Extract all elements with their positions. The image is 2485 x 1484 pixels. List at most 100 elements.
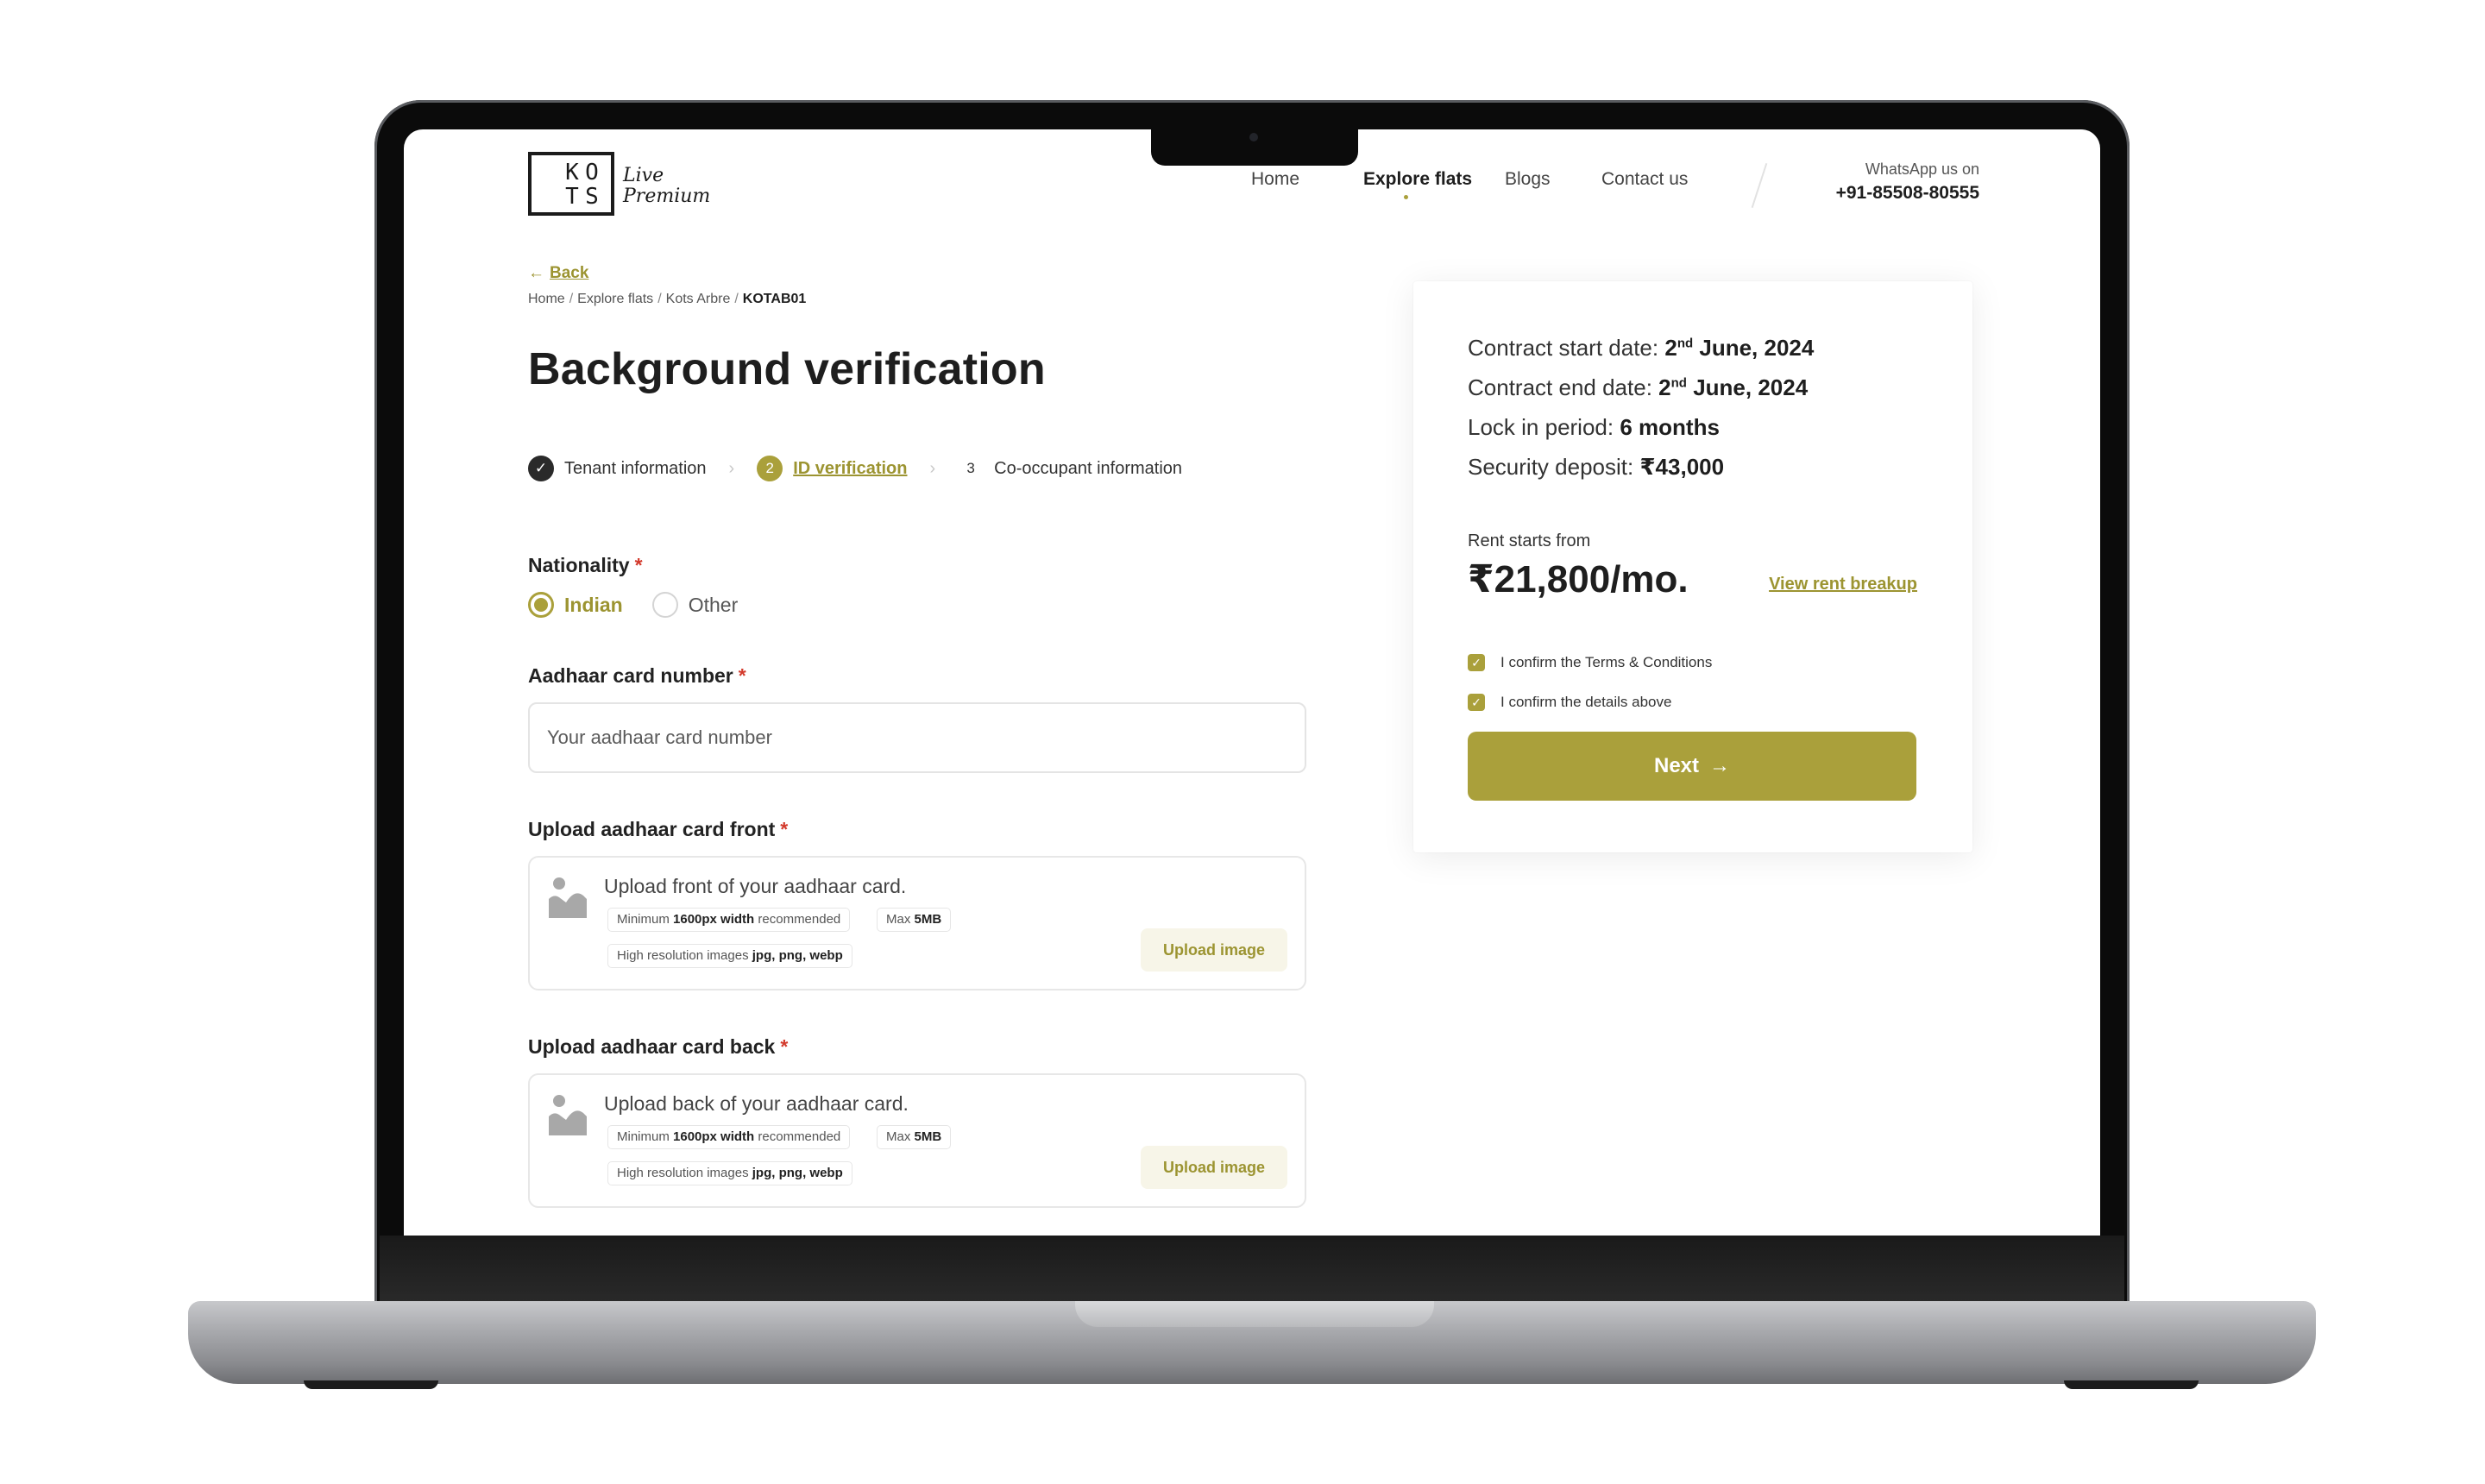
upload-front-dropzone[interactable]: Upload front of your aadhaar card. Minim… [528, 856, 1306, 990]
logo-letter: T [565, 184, 580, 210]
hint-bold: 1600px width [673, 912, 755, 927]
step-label: ID verification [793, 458, 908, 478]
lock-in-row: Lock in period: 6 months [1468, 414, 1720, 441]
upload-title: Upload front of your aadhaar card. [604, 875, 907, 897]
logo-letter: O [585, 160, 600, 186]
required-marker: * [738, 664, 746, 687]
confirm-details-row[interactable]: ✓ I confirm the details above [1468, 694, 1671, 711]
kv-value: ₹43,000 [1639, 454, 1725, 480]
arrow-left-icon: ← [528, 264, 544, 282]
breadcrumb-home[interactable]: Home [528, 292, 565, 306]
upload-title: Upload back of your aadhaar card. [604, 1092, 909, 1115]
hint-text: High resolution images [617, 1166, 749, 1180]
logo-script: Live Premium [623, 166, 710, 207]
checkbox-label[interactable]: I confirm the details above [1500, 694, 1671, 711]
breadcrumb-explore-flats[interactable]: Explore flats [577, 292, 653, 306]
laptop-opening-notch [1075, 1301, 1434, 1327]
hint-text: Minimum [617, 912, 670, 927]
image-placeholder-icon [549, 1095, 587, 1135]
chevron-right-icon: › [728, 458, 735, 478]
kv-value: 2nd June, 2024 [1658, 374, 1808, 400]
confirm-terms-row[interactable]: ✓ I confirm the Terms & Conditions [1468, 654, 1712, 671]
nav-explore-flats[interactable]: Explore flats [1363, 169, 1472, 190]
nav-blogs[interactable]: Blogs [1505, 169, 1551, 190]
upload-back-button[interactable]: Upload image [1141, 1146, 1287, 1189]
checkbox-checked-icon[interactable]: ✓ [1468, 694, 1485, 711]
arrow-right-icon: → [1709, 754, 1731, 777]
breadcrumb: Home / Explore flats / Kots Arbre / KOTAB01 [528, 292, 806, 307]
field-label-text: Upload aadhaar card front [528, 818, 776, 840]
hint-chip-min-width: Minimum 1600px width recommended [607, 1125, 851, 1149]
field-label-text: Upload aadhaar card back [528, 1035, 776, 1058]
radio-indian[interactable] [528, 592, 554, 618]
laptop-foot [2064, 1380, 2199, 1389]
brand-logo[interactable]: K O T S Live Premium [528, 152, 710, 217]
step-tenant-information[interactable]: ✓ Tenant information [528, 456, 707, 481]
hint-bold: 5MB [914, 912, 942, 927]
hint-text: High resolution images [617, 948, 749, 963]
hint-chip-max-size: Max 5MB [877, 1125, 952, 1149]
check-icon: ✓ [528, 456, 554, 481]
hint-chip-min-width: Minimum 1600px width recommended [607, 908, 851, 932]
hint-chip-formats: High resolution images jpg, png, webp [607, 944, 852, 968]
upload-front-label: Upload aadhaar card front * [528, 818, 788, 841]
next-label: Next [1653, 754, 1700, 777]
required-marker: * [780, 1035, 789, 1058]
kv-value: 6 months [1620, 414, 1720, 440]
kv-label: Lock in period: [1468, 414, 1614, 440]
upload-back-dropzone[interactable]: Upload back of your aadhaar card. Minimu… [528, 1073, 1306, 1208]
breadcrumb-separator: / [734, 292, 739, 306]
nav-contact-us[interactable]: Contact us [1601, 169, 1688, 190]
aadhaar-number-input[interactable] [528, 702, 1306, 773]
kv-rest: June, 2024 [1699, 335, 1815, 361]
rent-amount: ₹21,800/mo. [1468, 558, 1689, 601]
hint-chip-formats: High resolution images jpg, png, webp [607, 1161, 852, 1185]
checkbox-checked-icon[interactable]: ✓ [1468, 654, 1485, 671]
kv-rest: June, 2024 [1693, 374, 1809, 400]
logo-letter: S [585, 184, 600, 210]
step-id-verification[interactable]: 2 ID verification [757, 456, 907, 481]
hint-bold: jpg, png, webp [752, 948, 843, 963]
checkbox-label[interactable]: I confirm the Terms & Conditions [1500, 654, 1712, 671]
whatsapp-label: WhatsApp us on [1865, 160, 1979, 178]
whatsapp-phone-link[interactable]: +91-85508-80555 [1784, 183, 1979, 204]
laptop-screen: K O T S Live Premium Home Explore flats … [404, 129, 2100, 1236]
step-label: Tenant information [564, 458, 707, 478]
radio-label-other[interactable]: Other [689, 594, 739, 617]
chevron-right-icon: › [929, 458, 936, 478]
kv-value: 2nd June, 2024 [1664, 335, 1814, 361]
kv-label: Contract end date: [1468, 374, 1652, 400]
booking-summary-card: Contract start date: 2nd June, 2024 Cont… [1413, 281, 1972, 852]
logo-mark: K O T S [528, 152, 614, 216]
camera-notch [1151, 126, 1358, 166]
step-number: 2 [757, 456, 783, 481]
breadcrumb-separator: / [657, 292, 662, 306]
hint-text: Max [886, 912, 911, 927]
next-button[interactable]: Next → [1468, 732, 1916, 801]
nav-divider [1751, 163, 1768, 208]
nationality-label: Nationality * [528, 554, 643, 577]
nav-home[interactable]: Home [1251, 169, 1299, 190]
hint-bold: jpg, png, webp [752, 1166, 843, 1180]
logo-script-line: Live [623, 165, 664, 186]
hint-text: Minimum [617, 1129, 670, 1144]
view-rent-breakup-link[interactable]: View rent breakup [1769, 575, 1917, 594]
field-label-text: Aadhaar card number [528, 664, 733, 687]
hint-text: Max [886, 1129, 911, 1144]
field-label-text: Nationality [528, 554, 630, 576]
back-link[interactable]: ← Back [528, 264, 588, 283]
breadcrumb-current: KOTAB01 [742, 292, 807, 306]
breadcrumb-separator: / [569, 292, 574, 306]
radio-label-indian[interactable]: Indian [564, 594, 623, 617]
upload-front-button[interactable]: Upload image [1141, 928, 1287, 972]
kv-label: Security deposit: [1468, 454, 1634, 480]
step-co-occupant-information[interactable]: 3 Co-occupant information [958, 456, 1182, 481]
breadcrumb-kots-arbre[interactable]: Kots Arbre [666, 292, 731, 306]
laptop-foot [304, 1380, 438, 1389]
radio-other[interactable] [651, 592, 678, 618]
step-number: 3 [966, 460, 975, 476]
laptop-bezel [380, 1236, 2124, 1306]
kv-suffix: nd [1670, 375, 1687, 391]
contract-start-row: Contract start date: 2nd June, 2024 [1468, 335, 1814, 362]
nationality-radio-group: Indian Other [528, 592, 738, 618]
